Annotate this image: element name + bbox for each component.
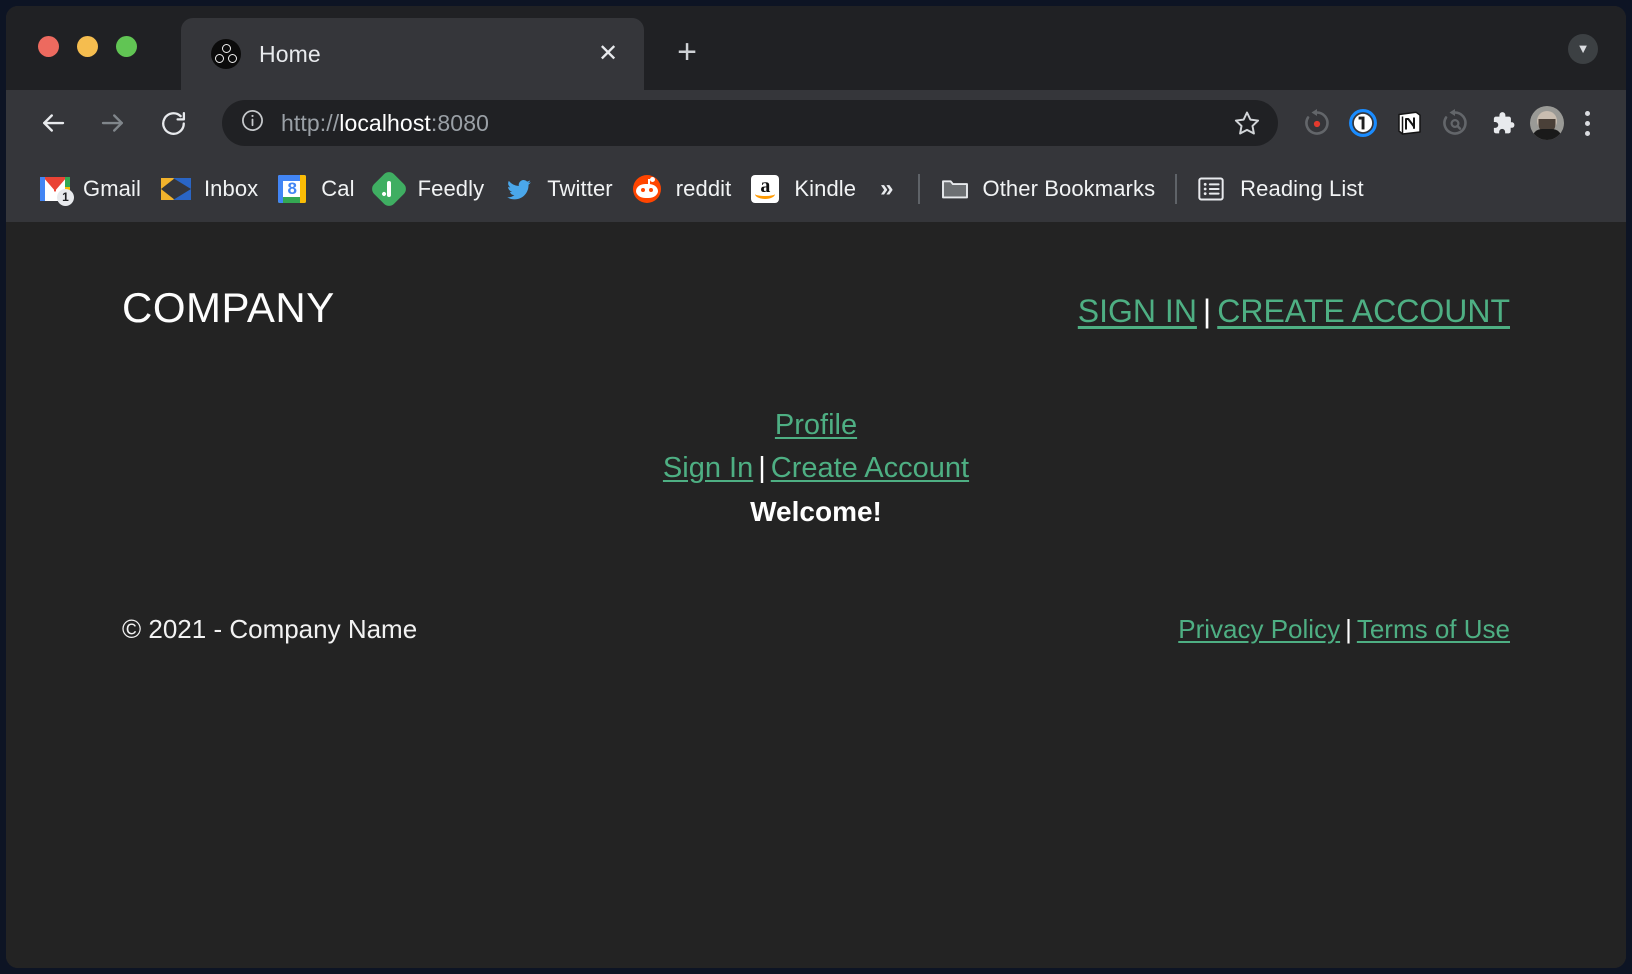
footer-links: Privacy Policy | Terms of Use bbox=[1178, 614, 1510, 645]
forward-arrow-icon bbox=[92, 102, 134, 144]
puzzle-icon[interactable] bbox=[1478, 100, 1524, 146]
reddit-icon bbox=[632, 174, 663, 204]
main-content: Profile Sign In | Create Account Welcome! bbox=[122, 404, 1510, 528]
brand-logo[interactable]: COMPANY bbox=[122, 284, 335, 332]
bookmark-kindle[interactable]: a Kindle bbox=[741, 167, 866, 211]
bookmarks-bar: 1 Gmail Inbox 8 Cal Feedly Twitter reddi… bbox=[6, 156, 1626, 222]
bookmark-gmail[interactable]: 1 Gmail bbox=[30, 167, 151, 211]
bookmark-label: Cal bbox=[321, 176, 355, 201]
reading-list-icon bbox=[1197, 174, 1227, 204]
maximize-window-button[interactable] bbox=[116, 36, 137, 57]
browser-tab-home[interactable]: Home ✕ bbox=[181, 18, 644, 90]
terms-of-use-link[interactable]: Terms of Use bbox=[1357, 614, 1510, 644]
bookmark-label: Feedly bbox=[417, 176, 485, 201]
close-icon[interactable]: ✕ bbox=[594, 40, 622, 68]
reading-list-label: Reading List bbox=[1240, 176, 1364, 201]
bookmark-feedly[interactable]: Feedly bbox=[365, 167, 495, 211]
star-icon[interactable] bbox=[1230, 106, 1264, 140]
site-header: COMPANY SIGN IN | CREATE ACCOUNT bbox=[122, 222, 1510, 332]
profile-row: Profile bbox=[122, 404, 1510, 447]
address-bar[interactable]: http://localhost:8080 bbox=[222, 100, 1278, 146]
header-create-account-link[interactable]: CREATE ACCOUNT bbox=[1217, 293, 1510, 329]
footer-links-separator: | bbox=[1345, 613, 1352, 644]
molecule-icon bbox=[211, 39, 241, 69]
avatar[interactable] bbox=[1524, 100, 1570, 146]
url-text[interactable]: http://localhost:8080 bbox=[281, 110, 1230, 137]
inbox-icon bbox=[160, 174, 191, 204]
url-host: localhost bbox=[339, 109, 431, 136]
window-traffic-lights bbox=[38, 36, 137, 57]
bookmark-label: Inbox bbox=[203, 176, 259, 201]
welcome-heading: Welcome! bbox=[750, 495, 882, 527]
browser-toolbar: http://localhost:8080 bbox=[6, 90, 1626, 156]
extension-icons bbox=[1294, 100, 1604, 146]
page-viewport: COMPANY SIGN IN | CREATE ACCOUNT Profile S… bbox=[6, 222, 1626, 968]
chevron-down-icon[interactable]: ▼ bbox=[1568, 34, 1598, 64]
divider bbox=[1175, 174, 1178, 204]
reload-icon[interactable] bbox=[152, 102, 194, 144]
calendar-day-number: 8 bbox=[287, 179, 298, 198]
gmail-icon: 1 bbox=[40, 174, 74, 206]
browser-window: Home ✕ + ▼ http://localhost:8080 1 Gmail… bbox=[6, 6, 1626, 968]
bookmark-label: Gmail bbox=[83, 176, 141, 201]
bookmark-label: Kindle bbox=[794, 176, 857, 201]
other-bookmarks-label: Other Bookmarks bbox=[982, 176, 1156, 201]
header-nav: SIGN IN | CREATE ACCOUNT bbox=[1078, 293, 1510, 330]
url-port: :8080 bbox=[430, 109, 489, 136]
feedly-icon bbox=[368, 169, 409, 209]
bookmark-reddit[interactable]: reddit bbox=[623, 167, 742, 211]
bookmark-label: reddit bbox=[675, 176, 732, 201]
rescue-time-icon[interactable] bbox=[1294, 100, 1340, 146]
close-window-button[interactable] bbox=[38, 36, 59, 57]
bookmark-twitter[interactable]: Twitter bbox=[494, 167, 623, 211]
bookmark-label: Twitter bbox=[547, 176, 613, 201]
page-content: COMPANY SIGN IN | CREATE ACCOUNT Profile S… bbox=[6, 222, 1626, 645]
bookmarks-overflow-button[interactable]: » bbox=[866, 175, 907, 203]
profile-link[interactable]: Profile bbox=[775, 409, 857, 441]
amazon-kindle-icon: a bbox=[751, 174, 781, 204]
session-buddy-icon[interactable] bbox=[1432, 100, 1478, 146]
minimize-window-button[interactable] bbox=[77, 36, 98, 57]
gmail-badge: 1 bbox=[57, 189, 74, 206]
twitter-icon bbox=[504, 174, 534, 204]
privacy-policy-link[interactable]: Privacy Policy bbox=[1178, 614, 1340, 644]
header-nav-separator: | bbox=[1202, 293, 1212, 329]
copyright-text: © 2021 - Company Name bbox=[122, 613, 418, 644]
auth-links-separator: | bbox=[758, 451, 766, 484]
create-account-link[interactable]: Create Account bbox=[771, 452, 969, 484]
google-calendar-icon: 8 bbox=[278, 174, 308, 204]
tab-strip: Home ✕ + ▼ bbox=[6, 6, 1626, 90]
new-tab-button[interactable]: + bbox=[666, 32, 708, 74]
reading-list-button[interactable]: Reading List bbox=[1187, 167, 1374, 211]
notion-icon[interactable] bbox=[1386, 100, 1432, 146]
site-footer: © 2021 - Company Name Privacy Policy | Ter… bbox=[122, 614, 1510, 645]
divider bbox=[917, 174, 920, 204]
back-arrow-icon[interactable] bbox=[32, 102, 74, 144]
info-circle-icon[interactable] bbox=[240, 108, 265, 138]
url-scheme: http:// bbox=[281, 109, 340, 136]
other-bookmarks-folder[interactable]: Other Bookmarks bbox=[930, 167, 1166, 211]
browser-menu-icon[interactable] bbox=[1570, 103, 1604, 143]
folder-icon bbox=[940, 174, 970, 204]
bookmark-inbox[interactable]: Inbox bbox=[151, 167, 268, 211]
bookmark-cal[interactable]: 8 Cal bbox=[268, 167, 364, 211]
1password-icon[interactable] bbox=[1340, 100, 1386, 146]
header-sign-in-link[interactable]: SIGN IN bbox=[1078, 293, 1197, 329]
auth-links-row: Sign In | Create Account bbox=[122, 447, 1510, 490]
sign-in-link[interactable]: Sign In bbox=[663, 452, 753, 484]
tab-title: Home bbox=[259, 40, 321, 67]
